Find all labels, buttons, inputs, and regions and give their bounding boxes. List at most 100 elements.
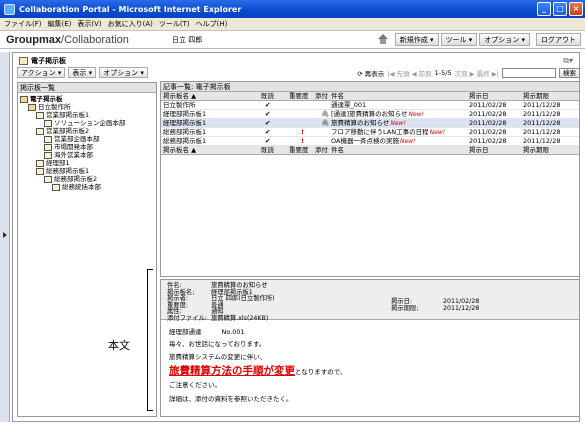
menu-help[interactable]: ヘルプ(H) [196, 19, 228, 29]
search-input[interactable] [502, 67, 556, 78]
expire-date: 掲示期限: 2011/12/28 [391, 305, 480, 312]
window-menu-icon[interactable]: ⧉▾ [563, 56, 573, 66]
column-date: 掲示日 [469, 146, 489, 154]
nav-prev[interactable]: |◀ 先頭 ◀ 前頁 [387, 68, 431, 78]
menu-tools[interactable]: ツール(T) [159, 19, 190, 29]
ie-icon [4, 3, 15, 15]
collapse-tab[interactable] [0, 52, 10, 422]
article-row[interactable]: 総務部掲示板1 ✔! フロア移動に伴うLAN工事の日程New! 2011/02/28 2… [161, 128, 579, 137]
column-expire: 掲示期限 [523, 92, 549, 100]
board-icon [36, 167, 44, 175]
column-importance: 重要度 [289, 146, 309, 154]
column-board: 掲示板名 ▲ [163, 92, 197, 100]
expand-arrow-icon [3, 232, 7, 238]
menu-view[interactable]: 表示(V) [77, 19, 101, 29]
tree-node[interactable]: 総務部掲示板1 [36, 167, 89, 175]
list-tools: ⟳ 再表示 |◀ 先頭 ◀ 前頁 1-5/5 次頁 ▶ 最終 ▶| 検索 [160, 67, 580, 78]
row-board: 日立製作所 [163, 101, 196, 109]
list-header-row: 掲示板名 ▲ 既読 重要度 添付 件名 掲示日 掲示期限 [161, 92, 579, 101]
new-badge: New! [390, 120, 406, 127]
row-expire: 2011/12/28 [523, 137, 561, 145]
body-line-5: ご注意ください。 [169, 381, 221, 389]
article-row[interactable]: 経理部掲示板1 ✔ 🖇 [通達]旅費精算のお知らせNew! 2011/02/28 2011… [161, 110, 579, 119]
close-button[interactable]: × [569, 2, 583, 16]
tree-node[interactable]: 電子掲示板 [20, 95, 63, 103]
read-check-icon: ✔ [265, 128, 271, 136]
tree-node[interactable]: 営業部掲示板2 [36, 127, 89, 135]
window-title: Collaboration Portal - Microsoft Interne… [19, 4, 242, 14]
post-date: 掲示日: 2011/02/28 [391, 298, 480, 305]
tree-node[interactable]: 総務部掲示板2 [44, 175, 97, 183]
column-read: 既読 [261, 146, 274, 154]
tree-node[interactable]: 市場開発本部 [44, 143, 93, 151]
groupmax-logo: Groupmax/Collaboration [6, 33, 129, 46]
menu-file[interactable]: ファイル(F) [4, 19, 42, 29]
tree-node[interactable]: 海外営業本部 [44, 151, 93, 159]
refresh-button[interactable]: ⟳ 再表示 [357, 68, 384, 78]
column-date: 掲示日 [469, 92, 489, 100]
tree-node[interactable]: 日立製作所 [28, 103, 71, 111]
board-icon [44, 135, 52, 143]
column-attachment: 添付 [315, 146, 328, 154]
app-title: 電子掲示板 [19, 56, 66, 66]
board-icon [44, 151, 52, 159]
importance-icon: ! [301, 128, 304, 136]
tree-node[interactable]: 経理部1 [36, 159, 70, 167]
row-board: 経理部掲示板1 [163, 110, 207, 118]
row-board: 総務部掲示板1 [163, 137, 207, 145]
home-icon[interactable] [377, 34, 389, 45]
row-board: 総務部掲示板1 [163, 128, 207, 136]
row-subject: OA機器一斉点検の実施New! [331, 137, 416, 145]
maximize-button[interactable]: □ [553, 2, 567, 16]
tree-node[interactable]: ソリューション企画本部 [44, 119, 125, 127]
article-meta: 掲示日: 2011/02/28 掲示期限: 2011/12/28 件名: 旅費精算のお… [161, 280, 579, 322]
column-expire: 掲示期限 [523, 146, 549, 154]
attachment-icon: 🖇 [321, 119, 330, 127]
user-name: 日立 四郎 [172, 35, 203, 44]
column-read: 既読 [261, 92, 274, 100]
tools-button[interactable]: ツール ▾ [440, 33, 478, 46]
option-menu-button[interactable]: オプション ▾ [99, 67, 148, 78]
menu-favorites[interactable]: お気に入り(A) [108, 19, 153, 29]
view-menu-button[interactable]: 表示 ▾ [68, 67, 97, 78]
article-row[interactable]: 経理部掲示板1 ✔ 🖇 旅費精算のお知らせNew! 2011/02/28 2011/12/… [161, 119, 579, 128]
action-menu-button[interactable]: アクション ▾ [17, 67, 66, 78]
article-list: 記事一覧: 電子掲示板 掲示板名 ▲ 既読 重要度 添付 件名 掲示日 掲示期限 日立製作所 ✔… [160, 81, 580, 277]
search-button[interactable]: 検索 [559, 67, 580, 78]
row-expire: 2011/12/28 [523, 128, 561, 136]
tree-node[interactable]: 総務統括本部 [52, 183, 101, 191]
column-attachment: 添付 [315, 92, 328, 100]
options-button[interactable]: オプション ▾ [479, 33, 530, 46]
tree-node[interactable]: 営業部掲示板1 [36, 111, 89, 119]
new-button[interactable]: 新規作成 ▾ [394, 33, 439, 46]
body-line-3: 旅費精算システムの変更に伴い、 [169, 353, 267, 361]
body-line-4: 旅費精算方法の手順が変更となりますので、 [169, 365, 347, 377]
nav-next[interactable]: 次頁 ▶ 最終 ▶| [455, 68, 499, 78]
new-badge: New! [408, 111, 424, 118]
column-subject: 件名 [331, 146, 344, 154]
minimize-button[interactable]: _ [537, 2, 551, 16]
board-icon [36, 111, 44, 119]
meta-field[interactable]: 添付ファイル: 旅費精算.xls(24KB) [167, 315, 268, 322]
row-expire: 2011/12/28 [523, 101, 561, 109]
attachment-icon: 🖇 [321, 110, 330, 118]
menu-edit[interactable]: 編集(E) [48, 19, 72, 29]
body-annotation-label: 本文 [108, 339, 130, 352]
read-check-icon: ✔ [265, 119, 271, 127]
tree-node[interactable]: 営業部企画本部 [44, 135, 100, 143]
board-icon [44, 175, 52, 183]
column-importance: 重要度 [289, 92, 309, 100]
logout-button[interactable]: ログアウト [536, 33, 581, 46]
row-date: 2011/02/28 [469, 110, 507, 118]
article-row[interactable]: 総務部掲示板1 ✔! OA機器一斉点検の実施New! 2011/02/28 2011/1… [161, 137, 579, 146]
body-line-6: 詳細は、添付の資料を参照いただきたく。 [169, 395, 293, 403]
row-expire: 2011/12/28 [523, 119, 561, 127]
article-detail: 掲示日: 2011/02/28 掲示期限: 2011/12/28 件名: 旅費精算のお… [160, 279, 580, 417]
row-date: 2011/02/28 [469, 137, 507, 145]
read-check-icon: ✔ [265, 137, 271, 145]
row-expire: 2011/12/28 [523, 110, 561, 118]
row-board: 経理部掲示板1 [163, 119, 207, 127]
row-date: 2011/02/28 [469, 119, 507, 127]
article-row[interactable]: 日立製作所 ✔ 通達票_001 2011/02/28 2011/12/28 [161, 101, 579, 110]
new-badge: New! [429, 129, 446, 136]
